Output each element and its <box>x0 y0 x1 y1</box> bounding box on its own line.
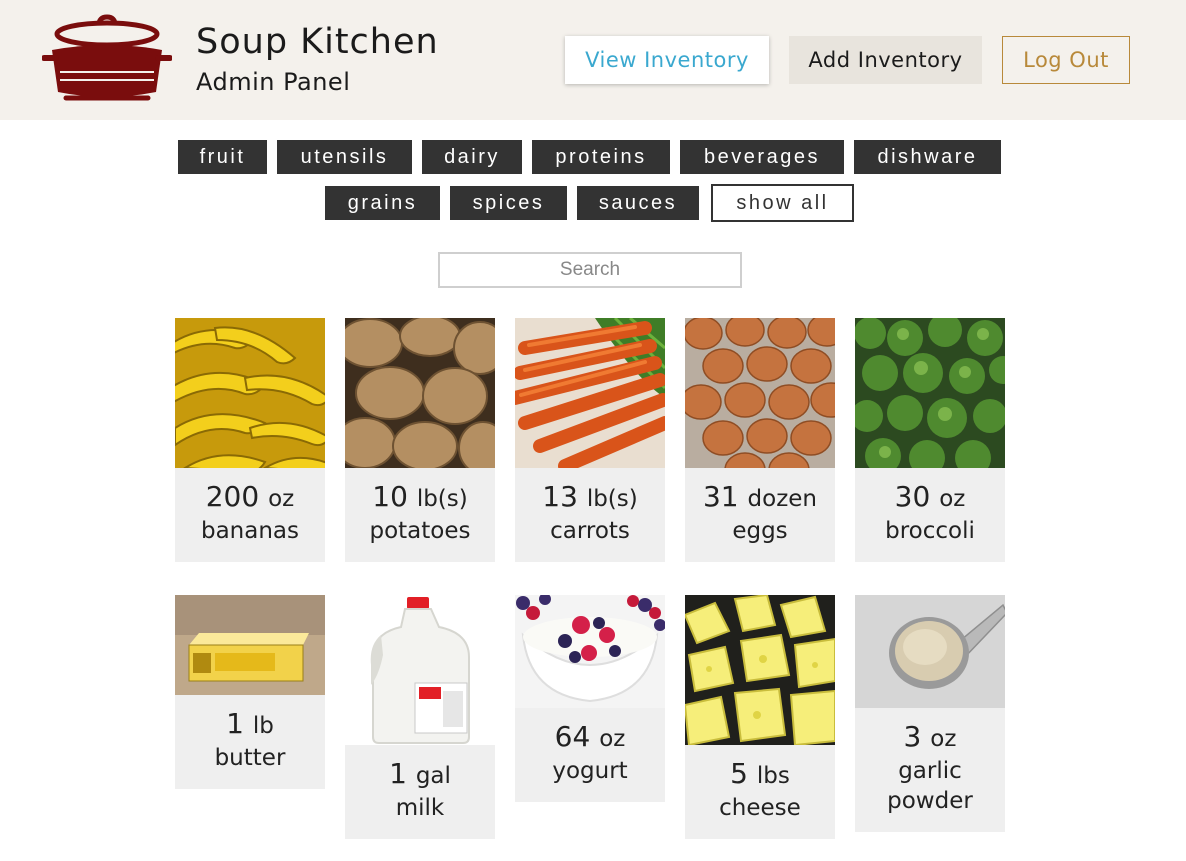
item-quantity: 10 <box>372 480 408 513</box>
app-subtitle: Admin Panel <box>196 68 351 96</box>
item-name: garlic powder <box>887 758 973 814</box>
item-name: cheese <box>719 795 801 821</box>
log-out-button[interactable]: Log Out <box>1002 36 1130 84</box>
add-inventory-button[interactable]: Add Inventory <box>789 36 982 84</box>
item-quantity: 3 <box>903 720 922 753</box>
item-quantity: 1 <box>389 757 407 790</box>
item-name: bananas <box>200 518 300 544</box>
potatoes-image <box>345 318 495 468</box>
item-caption: 31 dozen eggs <box>685 468 835 562</box>
item-quantity: 31 <box>702 480 739 513</box>
cheese-image <box>685 595 835 745</box>
milk-image <box>345 595 495 745</box>
item-caption: 64 oz yogurt <box>515 708 665 802</box>
filter-show-all[interactable]: show all <box>711 184 854 222</box>
item-quantity: 13 <box>542 480 578 513</box>
view-inventory-button[interactable]: View Inventory <box>565 36 769 84</box>
item-name: milk <box>395 795 445 821</box>
search-input[interactable] <box>438 252 742 288</box>
filter-beverages[interactable]: beverages <box>680 140 844 174</box>
soup-pot-icon <box>42 14 172 101</box>
item-unit: oz <box>939 486 966 512</box>
item-caption: 5 lbs cheese <box>685 745 835 839</box>
carrots-image <box>515 318 665 468</box>
item-name: butter <box>214 745 286 771</box>
item-unit: lb(s) <box>586 486 638 512</box>
item-caption: 200 oz bananas <box>175 468 325 562</box>
item-caption: 13 lb(s) carrots <box>515 468 665 562</box>
item-name: carrots <box>550 518 630 544</box>
filter-proteins[interactable]: proteins <box>532 140 670 174</box>
filter-utensils[interactable]: utensils <box>277 140 412 174</box>
item-unit: lb <box>252 713 274 739</box>
item-quantity: 1 <box>226 707 244 740</box>
item-name: broccoli <box>885 518 975 544</box>
header: Soup Kitchen Admin Panel View Inventory … <box>0 0 1186 120</box>
item-name: potatoes <box>369 518 471 544</box>
broccoli-image <box>855 318 1005 468</box>
eggs-image <box>685 318 835 468</box>
item-name: eggs <box>732 518 788 544</box>
bananas-image <box>175 318 325 468</box>
item-unit: dozen <box>747 486 818 512</box>
item-unit: oz <box>930 726 957 752</box>
yogurt-image <box>515 595 665 708</box>
filter-grains[interactable]: grains <box>325 186 440 220</box>
item-unit: lb(s) <box>416 486 468 512</box>
item-quantity: 5 <box>730 757 748 790</box>
garlic-powder-image <box>855 595 1005 708</box>
item-quantity: 30 <box>894 480 931 513</box>
filter-dishware[interactable]: dishware <box>854 140 1001 174</box>
item-unit: oz <box>268 486 295 512</box>
item-quantity: 200 <box>205 480 260 513</box>
item-caption: 1 gal milk <box>345 745 495 839</box>
item-caption: 10 lb(s) potatoes <box>345 468 495 562</box>
filter-spices[interactable]: spices <box>450 186 567 220</box>
filter-sauces[interactable]: sauces <box>577 186 699 220</box>
filter-dairy[interactable]: dairy <box>422 140 522 174</box>
filter-fruit[interactable]: fruit <box>178 140 267 174</box>
item-quantity: 64 <box>554 720 591 753</box>
item-caption: 30 oz broccoli <box>855 468 1005 562</box>
item-unit: gal <box>415 763 451 789</box>
item-caption: 3 oz garlic powder <box>855 708 1005 832</box>
item-unit: lbs <box>756 763 790 789</box>
item-caption: 1 lb butter <box>175 695 325 789</box>
item-unit: oz <box>599 726 626 752</box>
butter-image <box>175 595 325 695</box>
app-title: Soup Kitchen <box>196 22 439 62</box>
item-name: yogurt <box>552 758 628 784</box>
